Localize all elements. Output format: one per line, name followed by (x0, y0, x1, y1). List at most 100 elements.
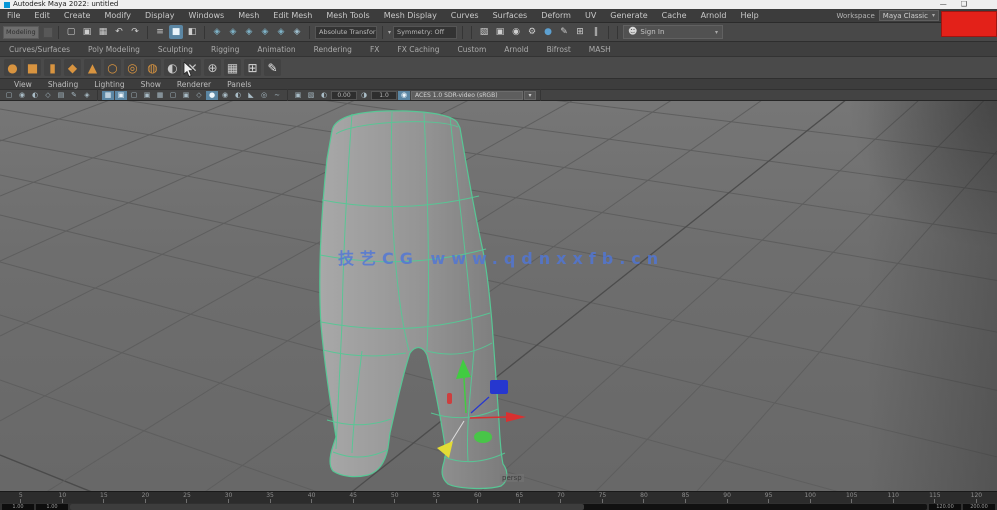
render-view-icon[interactable]: ▧ (477, 25, 491, 39)
menu-item[interactable]: Display (138, 11, 182, 20)
resolution-gate-icon[interactable]: ▢ (128, 91, 140, 100)
gamma-icon[interactable]: ◑ (358, 91, 370, 100)
timeline-tick[interactable]: 90 (706, 492, 748, 503)
menu-item[interactable]: Edit Mesh (266, 11, 319, 20)
poly-sphere-icon[interactable]: ● (4, 59, 21, 76)
timeline-tick[interactable]: 25 (166, 492, 208, 503)
current-frame-render-icon[interactable]: ▣ (493, 25, 507, 39)
select-hierarchy-icon[interactable]: ≡ (153, 25, 167, 39)
target-weld-icon[interactable]: ⊕ (204, 59, 221, 76)
snap-view-plane-icon[interactable]: ◈ (274, 25, 288, 39)
undo-icon[interactable]: ↶ (112, 25, 126, 39)
new-scene-icon[interactable]: ▢ (64, 25, 78, 39)
shadows-icon[interactable]: ◣ (245, 91, 257, 100)
menu-item[interactable]: Deform (534, 11, 578, 20)
snap-projected-center-icon[interactable]: ◈ (258, 25, 272, 39)
textured-icon[interactable]: ◉ (219, 91, 231, 100)
timeline-tick[interactable]: 50 (374, 492, 416, 503)
sculpt-tool-icon[interactable]: ◐ (164, 59, 181, 76)
timeline-tick[interactable]: 80 (623, 492, 665, 503)
menu-item[interactable]: Generate (603, 11, 654, 20)
timeline-tick[interactable]: 40 (291, 492, 333, 503)
menu-item[interactable]: Windows (182, 11, 232, 20)
timeline-tick[interactable]: 35 (249, 492, 291, 503)
shelf-tab[interactable]: FX (361, 45, 388, 54)
field-chart-icon[interactable]: ▦ (154, 91, 166, 100)
select-camera-icon[interactable]: ▢ (3, 91, 15, 100)
panel-menu-item[interactable]: Shading (40, 80, 86, 89)
pause-viewport-icon[interactable]: ‖ (589, 25, 603, 39)
menu-item[interactable]: Modify (97, 11, 138, 20)
render-settings-icon[interactable]: ⚙ (525, 25, 539, 39)
node-editor-icon[interactable]: ⊞ (573, 25, 587, 39)
shelf-tab[interactable]: Arnold (495, 45, 537, 54)
panel-menu-item[interactable]: Lighting (86, 80, 132, 89)
animation-start-field[interactable]: 1.00 (36, 503, 68, 510)
shelf-tab[interactable]: Poly Modeling (79, 45, 149, 54)
select-component-icon[interactable]: ◧ (185, 25, 199, 39)
panel-menu-item[interactable]: Renderer (169, 80, 219, 89)
timeline-tick[interactable]: 120 (956, 492, 997, 503)
redo-icon[interactable]: ↷ (128, 25, 142, 39)
shelf-tab[interactable]: Bifrost (538, 45, 580, 54)
notes-slate-icon[interactable]: ✎ (264, 59, 281, 76)
image-plane-icon[interactable]: ▤ (55, 91, 67, 100)
menu-set-dropdown[interactable]: Modeling (3, 25, 39, 39)
isolate-select-icon[interactable]: ▣ (292, 91, 304, 100)
timeline-tick[interactable]: 10 (42, 492, 84, 503)
poly-plane-icon[interactable]: ◆ (64, 59, 81, 76)
timeline-tick[interactable]: 60 (457, 492, 499, 503)
modeling-toolkit-grid-icon[interactable]: ⊞ (244, 59, 261, 76)
perspective-viewport[interactable]: 技艺CG www.qdnxxfb.cn persp (0, 101, 997, 491)
timeline-tick[interactable]: 95 (748, 492, 790, 503)
exposure-icon[interactable]: ◐ (318, 91, 330, 100)
shelf-tab[interactable]: Rendering (305, 45, 361, 54)
poly-cylinder-icon[interactable]: ▮ (44, 59, 61, 76)
menu-item[interactable]: Edit (27, 11, 57, 20)
hypershade-icon[interactable]: ● (541, 25, 555, 39)
menu-item[interactable]: Arnold (694, 11, 734, 20)
timeline-tick[interactable]: 75 (582, 492, 624, 503)
shelf-tab[interactable]: Animation (248, 45, 304, 54)
poly-pipe-icon[interactable]: ◍ (144, 59, 161, 76)
z-axis-handle[interactable] (490, 380, 508, 394)
menu-item[interactable]: Create (57, 11, 98, 20)
multi-cut-icon[interactable]: ✕ (184, 59, 201, 76)
menu-item[interactable]: Surfaces (486, 11, 535, 20)
wireframe-icon[interactable]: ◇ (193, 91, 205, 100)
snap-grid-icon[interactable]: ◈ (210, 25, 224, 39)
input-line-mode-field[interactable]: Absolute Transform (315, 25, 377, 39)
input-line-arrow-icon[interactable]: ▾ (388, 29, 391, 36)
lock-camera-icon[interactable]: ◉ (16, 91, 28, 100)
timeline-tick[interactable]: 20 (125, 492, 167, 503)
menu-item[interactable]: Mesh (231, 11, 266, 20)
open-scene-icon[interactable]: ▣ (80, 25, 94, 39)
make-live-icon[interactable]: ◈ (290, 25, 304, 39)
animation-end-field[interactable]: 120.00 (929, 503, 961, 510)
screen-space-ao-icon[interactable]: ◎ (258, 91, 270, 100)
shelf-tab[interactable]: FX Caching (388, 45, 448, 54)
timeline-tick[interactable]: 70 (540, 492, 582, 503)
timeline-tick[interactable]: 55 (415, 492, 457, 503)
panel-menu-item[interactable]: View (6, 80, 40, 89)
bookmark-icon[interactable]: ◇ (42, 91, 54, 100)
lights-icon[interactable]: ◐ (232, 91, 244, 100)
menu-item[interactable]: File (0, 11, 27, 20)
timeline-tick[interactable]: 5 (0, 492, 42, 503)
poly-cone-icon[interactable]: ▲ (84, 59, 101, 76)
playback-start-field[interactable]: 1.00 (2, 503, 34, 510)
menu-item[interactable]: Help (733, 11, 765, 20)
time-slider[interactable]: 5 10 15 20 25 30 35 40 45 50 55 60 65 70… (0, 491, 997, 503)
maximize-button[interactable]: ❑ (961, 0, 967, 9)
xray-icon[interactable]: ▧ (305, 91, 317, 100)
poly-torus-icon[interactable]: ◎ (124, 59, 141, 76)
status-line-collapse-button[interactable] (43, 26, 53, 38)
timeline-tick[interactable]: 105 (831, 492, 873, 503)
timeline-tick[interactable]: 45 (332, 492, 374, 503)
account-dropdown[interactable]: ☻ Sign In ▾ (623, 25, 724, 39)
select-object-icon[interactable]: ■ (169, 25, 183, 39)
timeline-tick[interactable]: 100 (789, 492, 831, 503)
motion-blur-icon[interactable]: ∼ (271, 91, 283, 100)
playback-end-field[interactable]: 200.00 (963, 503, 995, 510)
camera-attributes-icon[interactable]: ◐ (29, 91, 41, 100)
